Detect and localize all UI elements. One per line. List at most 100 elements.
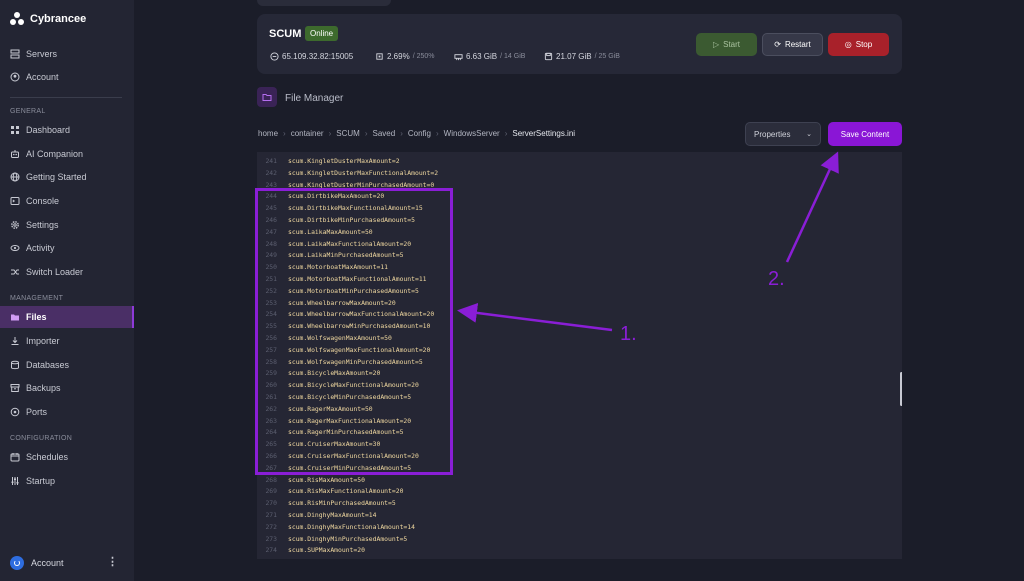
address-value: 65.109.32.82:15005 xyxy=(282,52,354,61)
sidebar-item-switch-loader[interactable]: Switch Loader xyxy=(0,261,134,283)
footer-account-label: Account xyxy=(31,558,64,568)
code-line[interactable]: 274 scum.SUPMaxAmount=20 xyxy=(257,545,857,557)
line-number: 273 xyxy=(265,534,277,543)
chevron-right-icon: › xyxy=(504,129,508,138)
line-content: scum.DinghyMaxFunctionalAmount=14 xyxy=(288,522,415,531)
line-number: 268 xyxy=(265,475,277,484)
sidebar-item-dashboard[interactable]: Dashboard xyxy=(0,119,134,141)
disk-value: 21.07 GiB xyxy=(556,52,592,61)
folder-icon xyxy=(257,87,277,107)
breadcrumb-container[interactable]: container xyxy=(291,129,324,138)
sidebar-item-databases[interactable]: Databases xyxy=(0,354,134,376)
code-line[interactable]: 271 scum.DinghyMaxAmount=14 xyxy=(257,510,857,522)
editor-scrollbar[interactable] xyxy=(900,372,902,406)
memory-value: 6.63 GiB xyxy=(466,52,498,61)
properties-label: Properties xyxy=(754,129,791,139)
stop-button[interactable]: ◎ Stop xyxy=(828,33,889,56)
gear-icon xyxy=(10,220,20,230)
sidebar-item-schedules[interactable]: Schedules xyxy=(0,446,134,468)
properties-dropdown[interactable]: Properties ⌄ xyxy=(745,122,821,146)
sidebar-item-label: Backups xyxy=(26,383,61,393)
breadcrumb-windowsserver[interactable]: WindowsServer xyxy=(444,129,500,138)
sidebar-item-backups[interactable]: Backups xyxy=(0,377,134,399)
sidebar-item-servers[interactable]: Servers xyxy=(0,43,134,65)
annotation-label-1: 1. xyxy=(620,323,637,345)
breadcrumb-saved[interactable]: Saved xyxy=(373,129,396,138)
cpu-value: 2.69% xyxy=(387,52,410,61)
sidebar-item-label: Switch Loader xyxy=(26,267,84,277)
restart-label: Restart xyxy=(784,40,811,49)
server-status-card: SCUM Online 65.109.32.82:15005 2.69% / 2… xyxy=(257,14,902,74)
sidebar-item-label: Ports xyxy=(26,407,48,417)
network-icon xyxy=(10,407,20,417)
sidebar: Cybrancee Servers Account GENERAL Dashbo… xyxy=(0,0,134,581)
memory-icon xyxy=(454,52,463,61)
sidebar-item-startup[interactable]: Startup xyxy=(0,470,134,492)
line-number: 269 xyxy=(265,487,277,496)
chevron-down-icon: ⌄ xyxy=(806,131,812,138)
ethernet-icon xyxy=(270,52,279,61)
server-icon xyxy=(10,49,20,59)
chevron-right-icon: › xyxy=(283,129,286,138)
sidebar-item-files[interactable]: Files xyxy=(0,306,134,328)
annotation-label-2: 2. xyxy=(768,268,785,290)
save-content-button[interactable]: Save Content xyxy=(828,122,902,146)
sidebar-item-importer[interactable]: Importer xyxy=(0,330,134,352)
cybrancee-logo-icon xyxy=(10,12,24,26)
code-line[interactable]: 273 scum.DinghyMinPurchasedAmount=5 xyxy=(257,534,857,546)
breadcrumb-home[interactable]: home xyxy=(258,129,278,138)
chevron-right-icon: › xyxy=(436,129,439,138)
sidebar-item-label: Schedules xyxy=(26,452,69,462)
disk-limit: / 25 GiB xyxy=(594,53,620,60)
code-line[interactable]: 270 scum.RisMinPurchasedAmount=5 xyxy=(257,498,857,510)
grid-icon xyxy=(10,125,20,135)
restart-button[interactable]: ⟳ Restart xyxy=(762,33,823,56)
sidebar-item-label: AI Companion xyxy=(26,149,84,159)
sidebar-item-label: Files xyxy=(26,312,47,322)
sidebar-account-footer[interactable]: Account ⋮ xyxy=(0,545,134,581)
folder-icon xyxy=(10,312,20,322)
code-line[interactable]: 272 scum.DinghyMaxFunctionalAmount=14 xyxy=(257,522,857,534)
download-icon xyxy=(10,336,20,346)
cpu-icon xyxy=(375,52,384,61)
swap-arrows-icon xyxy=(10,267,20,277)
sidebar-divider xyxy=(10,97,122,98)
memory-limit: / 14 GiB xyxy=(500,53,526,60)
start-button[interactable]: ▷ Start xyxy=(696,33,757,56)
breadcrumb-config[interactable]: Config xyxy=(408,129,431,138)
sidebar-item-label: Dashboard xyxy=(26,125,71,135)
top-partial-card xyxy=(257,0,391,6)
code-line[interactable]: 241 scum.KingletDusterMaxAmount=2 xyxy=(257,156,857,168)
sidebar-item-label: Getting Started xyxy=(26,172,87,182)
sidebar-item-activity[interactable]: Activity xyxy=(0,237,134,259)
line-content: scum.DinghyMaxAmount=14 xyxy=(288,511,377,519)
disk-icon xyxy=(544,52,553,61)
sidebar-item-ai-companion[interactable]: AI Companion xyxy=(0,143,134,165)
sidebar-item-label: Importer xyxy=(26,336,60,346)
sidebar-item-account[interactable]: Account xyxy=(0,66,134,88)
sidebar-item-label: Startup xyxy=(26,476,56,486)
line-content: scum.KingletDusterMaxAmount=2 xyxy=(288,157,400,165)
archive-icon xyxy=(10,383,20,393)
power-icon xyxy=(10,556,24,570)
robot-icon xyxy=(10,149,20,159)
code-line[interactable]: 268 scum.RisMaxAmount=50 xyxy=(257,475,857,487)
play-icon: ▷ xyxy=(712,40,720,49)
sidebar-item-label: Servers xyxy=(26,49,58,59)
brand[interactable]: Cybrancee xyxy=(10,12,86,26)
kebab-menu-icon[interactable]: ⋮ xyxy=(107,557,118,568)
code-line[interactable]: 242 scum.KingletDusterMaxFunctionalAmount… xyxy=(257,168,857,180)
sidebar-item-console[interactable]: Console xyxy=(0,190,134,212)
section-label-management: MANAGEMENT xyxy=(10,295,64,302)
sidebar-item-getting-started[interactable]: Getting Started xyxy=(0,166,134,188)
line-number: 270 xyxy=(265,499,277,508)
sidebar-item-ports[interactable]: Ports xyxy=(0,401,134,423)
cpu-usage: 2.69% / 250% xyxy=(375,52,434,61)
sidebar-item-settings[interactable]: Settings xyxy=(0,214,134,236)
code-line[interactable]: 269 scum.RisMaxFunctionalAmount=20 xyxy=(257,486,857,498)
section-label-configuration: CONFIGURATION xyxy=(10,435,73,442)
stop-label: Stop xyxy=(855,40,873,49)
breadcrumb: home › container › SCUM › Saved › Config › Wi… xyxy=(258,129,575,138)
disk-usage: 21.07 GiB / 25 GiB xyxy=(544,52,620,61)
breadcrumb-scum[interactable]: SCUM xyxy=(336,129,360,138)
